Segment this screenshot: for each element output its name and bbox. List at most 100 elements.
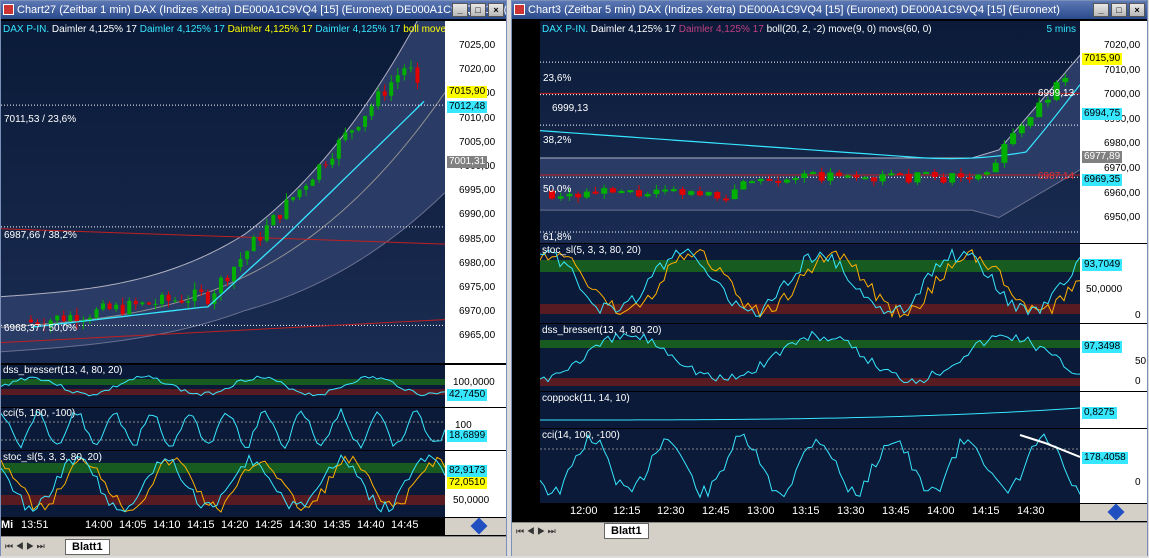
candle: [810, 172, 816, 175]
time-axis-label: 14:30: [289, 519, 317, 531]
dss-axis-zero: 0: [1135, 376, 1141, 387]
price-chart-2: [540, 54, 1080, 233]
price-axis-1[interactable]: 7025,007020,007015,007010,007005,007000,…: [445, 21, 506, 363]
candle: [205, 291, 210, 304]
pen-tool-icon[interactable]: [1107, 503, 1125, 521]
time-axis-label: 12:30: [657, 505, 685, 517]
candle: [192, 289, 197, 302]
close-button[interactable]: ×: [488, 3, 504, 17]
dss-pane-1[interactable]: dss_bressert(13, 4, 80, 20): [1, 365, 445, 407]
price-axis-label: 6960,00: [1104, 187, 1141, 199]
window2-titlebar[interactable]: Chart3 (Zeitbar 5 min) DAX (Indizes Xetr…: [512, 1, 1147, 19]
legend-item: Daimler: [227, 24, 265, 35]
candle: [408, 67, 413, 69]
candle: [166, 294, 171, 301]
minimize-button[interactable]: _: [1093, 3, 1109, 17]
window1-titlebar[interactable]: Chart27 (Zeitbar 1 min) DAX (Indizes Xet…: [1, 1, 506, 19]
corner-interval: 5 mins: [1046, 24, 1076, 35]
candle: [179, 300, 184, 303]
time-axis-1[interactable]: Mi 13:51 14:00 14:05 14:10 14:15 14:20 14:25 14:…: [1, 518, 445, 535]
candle: [395, 75, 400, 83]
candle: [984, 172, 990, 175]
candle: [740, 181, 747, 190]
price-axis-label: 7010,00: [1104, 64, 1141, 76]
overbought-zone: [1, 463, 445, 473]
candle: [601, 188, 608, 194]
cci-label-1: cci(5, 100, -100): [3, 408, 76, 419]
candle: [923, 172, 930, 175]
maximize-button[interactable]: □: [1111, 3, 1127, 17]
sheet-nav-icons[interactable]: ⏮ ◀ ▶ ⏭: [5, 541, 45, 552]
stoc-pane-2[interactable]: stoc_sl(5, 3, 3, 80, 20): [540, 244, 1080, 323]
candle: [382, 91, 387, 96]
candle: [258, 236, 263, 241]
candle: [1018, 125, 1025, 134]
close-button[interactable]: ×: [1129, 3, 1145, 17]
price-axis-label: 6975,00: [459, 282, 496, 293]
candle: [304, 185, 309, 190]
candle: [557, 196, 564, 199]
candle: [55, 315, 60, 321]
candle: [1062, 77, 1069, 83]
legend-2: DAX P-IN. Daimler 4,125% 17 Daimler 4,12…: [542, 24, 932, 35]
cci-pane-2[interactable]: cci(14, 100, -100): [540, 429, 1080, 503]
cci-pane-1[interactable]: cci(5, 100, -100): [1, 408, 445, 450]
pen-tool-icon[interactable]: [470, 517, 488, 535]
fib-label-23: 7011,53 / 23,6%: [4, 114, 77, 125]
candle: [931, 172, 938, 177]
cci-axis-1: 100 18,6899: [445, 408, 506, 450]
price-pane-2[interactable]: DAX P-IN. Daimler 4,125% 17 Daimler 4,12…: [540, 21, 1080, 243]
price-axis-label: 6990,00: [459, 209, 496, 221]
price-axis-2[interactable]: 7020,007010,007000,006990,006980,006970,…: [1080, 21, 1147, 243]
candle: [146, 302, 151, 305]
dss-axis-2: 97,3498 50 0: [1080, 324, 1147, 391]
candle: [853, 175, 860, 178]
sheet-tab-blatt1[interactable]: Blatt1: [604, 523, 649, 539]
maximize-button[interactable]: □: [470, 3, 486, 17]
price-axis-label: 7000,00: [1104, 89, 1141, 101]
candle: [696, 191, 703, 196]
dss-pane-2[interactable]: dss_bressert(13, 4, 80, 20): [540, 324, 1080, 391]
left-gutter-2: [512, 21, 540, 521]
candle: [705, 192, 712, 196]
price-chart-1: [1, 21, 445, 353]
coppock-pane-2[interactable]: coppock(11, 14, 10): [540, 392, 1080, 428]
legend-item: Daimler 4,125% 17: [678, 24, 767, 35]
cci-chart-2: [540, 433, 1080, 499]
time-axis-label: 14:10: [153, 519, 181, 531]
dss-tag-1: 42,7450: [447, 389, 488, 401]
candle: [343, 132, 348, 140]
chart-app-icon: [3, 4, 14, 15]
price-axis-label: 6995,00: [459, 185, 496, 197]
candle: [575, 193, 582, 198]
corner-1: [445, 517, 506, 535]
time-axis-2[interactable]: Mi12:0012:1512:3012:4513:0013:1513:3013:…: [514, 504, 1080, 521]
time-axis-label: 14:40: [357, 519, 385, 531]
candle: [897, 173, 903, 176]
candle: [583, 191, 590, 198]
sheet-tab-blatt1[interactable]: Blatt1: [65, 539, 110, 555]
stoc-tag-2: 93,7049: [1082, 259, 1123, 271]
time-axis-label: 12:00: [570, 505, 598, 517]
candle: [618, 191, 625, 194]
candle: [376, 91, 381, 107]
price-axis-label: 7025,00: [459, 40, 496, 51]
time-axis-label: 14:35: [323, 519, 351, 531]
time-axis-label: 14:00: [927, 505, 955, 517]
minimize-button[interactable]: _: [452, 3, 468, 17]
stoc-axis-mid: 50,0000: [1086, 284, 1123, 295]
candle: [153, 304, 158, 306]
candle: [992, 162, 999, 173]
fib-label-23: 23,6%: [543, 73, 572, 84]
stoc-pane-1[interactable]: stoc_sl(5, 3, 3, 80, 20): [1, 451, 445, 517]
candle: [310, 179, 315, 186]
candle: [349, 130, 354, 133]
price-pane-1[interactable]: DAX P-IN. Daimler 4,125% 17 Daimler 4,12…: [1, 21, 446, 363]
price-tag-grey: 6977,89: [1082, 151, 1123, 163]
dss-axis-mid: 50: [1135, 356, 1147, 367]
candle: [688, 191, 695, 195]
price-axis-label: 6980,00: [1104, 138, 1141, 150]
time-axis-label: 14:25: [255, 519, 283, 531]
candle: [818, 172, 825, 181]
sheet-nav-icons[interactable]: ⏮ ◀ ▶ ⏭: [516, 526, 556, 537]
